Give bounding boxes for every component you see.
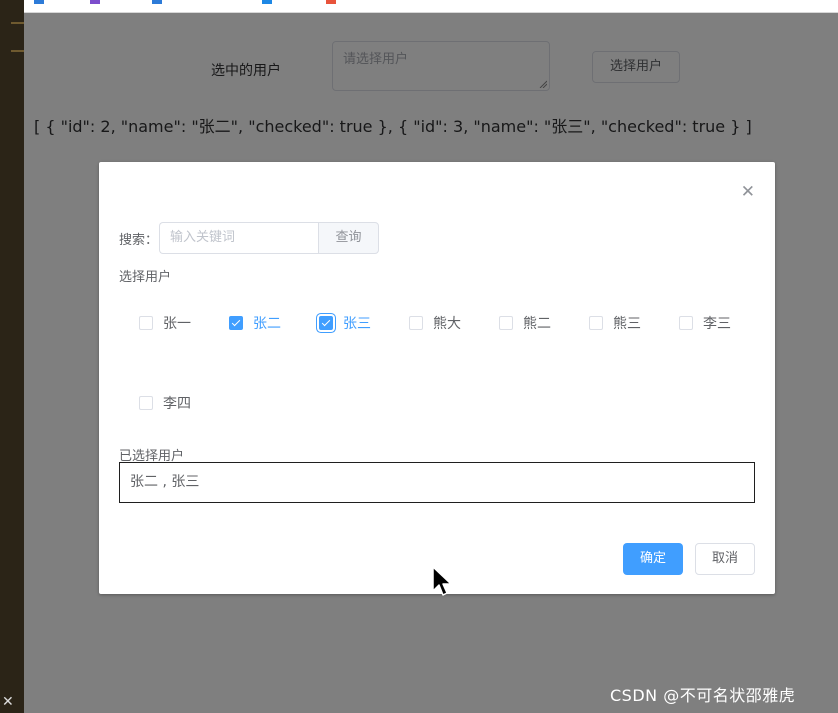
browser-bar xyxy=(24,0,838,13)
select-users-title: 选择用户 xyxy=(119,270,172,285)
strip-marker xyxy=(11,50,24,52)
mouse-pointer-icon xyxy=(432,566,452,596)
close-icon[interactable]: ✕ xyxy=(2,695,14,709)
checkbox-box[interactable] xyxy=(409,316,423,330)
checkbox-box[interactable] xyxy=(139,316,153,330)
user-checkbox-zhang2[interactable]: 张二 xyxy=(229,313,281,333)
editor-side-strip: ✕ xyxy=(0,0,24,713)
checkbox-label: 熊三 xyxy=(613,316,641,332)
tab-icon xyxy=(152,0,162,4)
search-button[interactable]: 查询 xyxy=(318,222,379,254)
checkbox-label: 熊大 xyxy=(433,316,461,332)
tab-icon xyxy=(262,0,272,4)
checkbox-label: 张二 xyxy=(253,316,281,332)
checkbox-label: 李三 xyxy=(703,316,731,332)
user-checkbox-lisi[interactable]: 李四 xyxy=(139,393,191,413)
checkbox-box[interactable] xyxy=(139,396,153,410)
tab-icon xyxy=(326,0,336,4)
checkbox-box[interactable] xyxy=(589,316,603,330)
user-checkbox-lisan[interactable]: 李三 xyxy=(679,313,731,333)
user-checkbox-xiongda[interactable]: 熊大 xyxy=(409,313,461,333)
strip-marker xyxy=(11,22,24,24)
checkbox-label: 李四 xyxy=(163,396,191,412)
chosen-users-field[interactable]: 张二 , 张三 xyxy=(119,462,755,503)
cancel-button[interactable]: 取消 xyxy=(695,543,755,575)
confirm-button[interactable]: 确定 xyxy=(623,543,683,575)
check-icon[interactable] xyxy=(319,316,333,330)
search-input[interactable]: 输入关键词 xyxy=(159,222,319,254)
user-checkbox-zhang1[interactable]: 张一 xyxy=(139,313,191,333)
user-checkbox-zhang3[interactable]: 张三 xyxy=(319,313,371,333)
tab-icon xyxy=(34,0,44,4)
checkbox-box[interactable] xyxy=(679,316,693,330)
checkbox-label: 张一 xyxy=(163,316,191,332)
user-checkbox-xionger[interactable]: 熊二 xyxy=(499,313,551,333)
checkbox-label: 熊二 xyxy=(523,316,551,332)
check-icon[interactable] xyxy=(229,316,243,330)
search-placeholder: 输入关键词 xyxy=(170,230,236,245)
close-icon[interactable]: ✕ xyxy=(741,184,755,201)
checkbox-box[interactable] xyxy=(499,316,513,330)
search-label: 搜索： xyxy=(119,233,159,248)
watermark: CSDN @不可名状邵雅虎 xyxy=(610,686,796,705)
tab-icon xyxy=(90,0,100,4)
user-checkbox-xiongsan[interactable]: 熊三 xyxy=(589,313,641,333)
checkbox-label: 张三 xyxy=(343,316,371,332)
select-user-dialog: ✕ 搜索： 输入关键词 查询 选择用户 张一 张二 张三 熊大 熊二 熊三 李三… xyxy=(99,162,775,594)
